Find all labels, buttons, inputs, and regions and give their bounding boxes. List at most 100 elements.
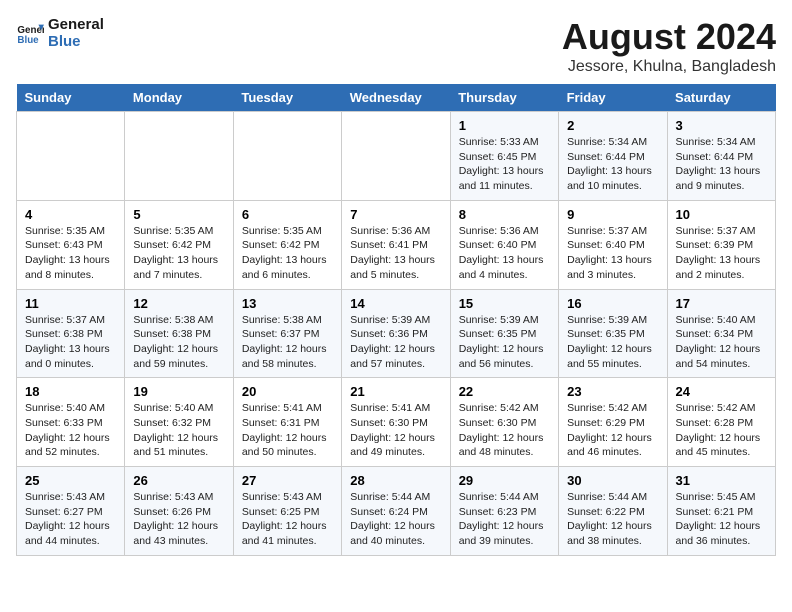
calendar-cell	[233, 112, 341, 201]
svg-text:Blue: Blue	[17, 35, 39, 46]
day-detail: Sunrise: 5:39 AM Sunset: 6:36 PM Dayligh…	[350, 313, 441, 372]
calendar-cell: 7 Sunrise: 5:36 AM Sunset: 6:41 PM Daylig…	[342, 200, 450, 289]
calendar-cell: 6 Sunrise: 5:35 AM Sunset: 6:42 PM Daylig…	[233, 200, 341, 289]
calendar-cell: 2 Sunrise: 5:34 AM Sunset: 6:44 PM Daylig…	[559, 112, 667, 201]
day-number: 12	[133, 296, 224, 311]
calendar-body: 1 Sunrise: 5:33 AM Sunset: 6:45 PM Daylig…	[17, 112, 776, 556]
day-detail: Sunrise: 5:34 AM Sunset: 6:44 PM Dayligh…	[676, 135, 767, 194]
day-detail: Sunrise: 5:35 AM Sunset: 6:43 PM Dayligh…	[25, 224, 116, 283]
day-detail: Sunrise: 5:43 AM Sunset: 6:26 PM Dayligh…	[133, 490, 224, 549]
calendar-cell: 17 Sunrise: 5:40 AM Sunset: 6:34 PM Dayli…	[667, 289, 775, 378]
day-detail: Sunrise: 5:42 AM Sunset: 6:30 PM Dayligh…	[459, 401, 550, 460]
day-detail: Sunrise: 5:43 AM Sunset: 6:25 PM Dayligh…	[242, 490, 333, 549]
calendar-cell: 8 Sunrise: 5:36 AM Sunset: 6:40 PM Daylig…	[450, 200, 558, 289]
day-number: 1	[459, 118, 550, 133]
day-number: 10	[676, 207, 767, 222]
day-number: 11	[25, 296, 116, 311]
calendar-cell: 24 Sunrise: 5:42 AM Sunset: 6:28 PM Dayli…	[667, 378, 775, 467]
calendar-table: SundayMondayTuesdayWednesdayThursdayFrid…	[16, 84, 776, 556]
calendar-cell: 11 Sunrise: 5:37 AM Sunset: 6:38 PM Dayli…	[17, 289, 125, 378]
logo-icon: General Blue	[16, 19, 44, 47]
day-detail: Sunrise: 5:37 AM Sunset: 6:40 PM Dayligh…	[567, 224, 658, 283]
day-detail: Sunrise: 5:44 AM Sunset: 6:22 PM Dayligh…	[567, 490, 658, 549]
day-number: 30	[567, 473, 658, 488]
day-number: 25	[25, 473, 116, 488]
calendar-cell: 29Sunrise: 5:44 AM Sunset: 6:23 PM Dayli…	[450, 467, 558, 556]
main-title: August 2024	[562, 16, 776, 58]
day-detail: Sunrise: 5:44 AM Sunset: 6:24 PM Dayligh…	[350, 490, 441, 549]
calendar-cell: 21 Sunrise: 5:41 AM Sunset: 6:30 PM Dayli…	[342, 378, 450, 467]
day-header-saturday: Saturday	[667, 84, 775, 112]
subtitle: Jessore, Khulna, Bangladesh	[562, 58, 776, 76]
calendar-cell	[125, 112, 233, 201]
calendar-cell: 15 Sunrise: 5:39 AM Sunset: 6:35 PM Dayli…	[450, 289, 558, 378]
day-header-thursday: Thursday	[450, 84, 558, 112]
day-header-wednesday: Wednesday	[342, 84, 450, 112]
title-section: August 2024 Jessore, Khulna, Bangladesh	[562, 16, 776, 76]
day-detail: Sunrise: 5:35 AM Sunset: 6:42 PM Dayligh…	[242, 224, 333, 283]
calendar-cell: 16 Sunrise: 5:39 AM Sunset: 6:35 PM Dayli…	[559, 289, 667, 378]
day-detail: Sunrise: 5:33 AM Sunset: 6:45 PM Dayligh…	[459, 135, 550, 194]
day-detail: Sunrise: 5:40 AM Sunset: 6:32 PM Dayligh…	[133, 401, 224, 460]
day-number: 3	[676, 118, 767, 133]
day-detail: Sunrise: 5:34 AM Sunset: 6:44 PM Dayligh…	[567, 135, 658, 194]
day-header-sunday: Sunday	[17, 84, 125, 112]
day-number: 17	[676, 296, 767, 311]
logo-blue: Blue	[48, 33, 104, 50]
day-number: 18	[25, 384, 116, 399]
calendar-cell: 14 Sunrise: 5:39 AM Sunset: 6:36 PM Dayli…	[342, 289, 450, 378]
day-header-monday: Monday	[125, 84, 233, 112]
calendar-week-row: 4Sunrise: 5:35 AM Sunset: 6:43 PM Daylig…	[17, 200, 776, 289]
calendar-cell: 10 Sunrise: 5:37 AM Sunset: 6:39 PM Dayli…	[667, 200, 775, 289]
day-number: 16	[567, 296, 658, 311]
calendar-cell: 22 Sunrise: 5:42 AM Sunset: 6:30 PM Dayli…	[450, 378, 558, 467]
calendar-cell: 31Sunrise: 5:45 AM Sunset: 6:21 PM Dayli…	[667, 467, 775, 556]
day-detail: Sunrise: 5:37 AM Sunset: 6:38 PM Dayligh…	[25, 313, 116, 372]
day-number: 5	[133, 207, 224, 222]
day-header-tuesday: Tuesday	[233, 84, 341, 112]
day-number: 22	[459, 384, 550, 399]
calendar-cell: 1 Sunrise: 5:33 AM Sunset: 6:45 PM Daylig…	[450, 112, 558, 201]
day-number: 14	[350, 296, 441, 311]
day-number: 2	[567, 118, 658, 133]
day-number: 23	[567, 384, 658, 399]
day-header-friday: Friday	[559, 84, 667, 112]
day-detail: Sunrise: 5:35 AM Sunset: 6:42 PM Dayligh…	[133, 224, 224, 283]
day-detail: Sunrise: 5:38 AM Sunset: 6:37 PM Dayligh…	[242, 313, 333, 372]
calendar-cell	[17, 112, 125, 201]
day-number: 7	[350, 207, 441, 222]
calendar-week-row: 18 Sunrise: 5:40 AM Sunset: 6:33 PM Dayli…	[17, 378, 776, 467]
calendar-cell	[342, 112, 450, 201]
day-detail: Sunrise: 5:39 AM Sunset: 6:35 PM Dayligh…	[567, 313, 658, 372]
calendar-cell: 27 Sunrise: 5:43 AM Sunset: 6:25 PM Dayli…	[233, 467, 341, 556]
day-number: 26	[133, 473, 224, 488]
day-detail: Sunrise: 5:36 AM Sunset: 6:40 PM Dayligh…	[459, 224, 550, 283]
day-number: 21	[350, 384, 441, 399]
logo: General Blue General Blue	[16, 16, 104, 50]
day-number: 19	[133, 384, 224, 399]
day-detail: Sunrise: 5:42 AM Sunset: 6:29 PM Dayligh…	[567, 401, 658, 460]
calendar-cell: 26 Sunrise: 5:43 AM Sunset: 6:26 PM Dayli…	[125, 467, 233, 556]
day-detail: Sunrise: 5:39 AM Sunset: 6:35 PM Dayligh…	[459, 313, 550, 372]
day-number: 8	[459, 207, 550, 222]
day-detail: Sunrise: 5:36 AM Sunset: 6:41 PM Dayligh…	[350, 224, 441, 283]
day-detail: Sunrise: 5:42 AM Sunset: 6:28 PM Dayligh…	[676, 401, 767, 460]
day-detail: Sunrise: 5:41 AM Sunset: 6:30 PM Dayligh…	[350, 401, 441, 460]
day-number: 24	[676, 384, 767, 399]
day-number: 31	[676, 473, 767, 488]
day-detail: Sunrise: 5:40 AM Sunset: 6:33 PM Dayligh…	[25, 401, 116, 460]
day-number: 9	[567, 207, 658, 222]
day-number: 15	[459, 296, 550, 311]
calendar-header-row: SundayMondayTuesdayWednesdayThursdayFrid…	[17, 84, 776, 112]
calendar-cell: 19 Sunrise: 5:40 AM Sunset: 6:32 PM Dayli…	[125, 378, 233, 467]
day-number: 28	[350, 473, 441, 488]
day-detail: Sunrise: 5:40 AM Sunset: 6:34 PM Dayligh…	[676, 313, 767, 372]
day-number: 6	[242, 207, 333, 222]
day-number: 20	[242, 384, 333, 399]
calendar-week-row: 25Sunrise: 5:43 AM Sunset: 6:27 PM Dayli…	[17, 467, 776, 556]
day-detail: Sunrise: 5:37 AM Sunset: 6:39 PM Dayligh…	[676, 224, 767, 283]
calendar-week-row: 1 Sunrise: 5:33 AM Sunset: 6:45 PM Daylig…	[17, 112, 776, 201]
day-number: 27	[242, 473, 333, 488]
day-detail: Sunrise: 5:38 AM Sunset: 6:38 PM Dayligh…	[133, 313, 224, 372]
calendar-cell: 25Sunrise: 5:43 AM Sunset: 6:27 PM Dayli…	[17, 467, 125, 556]
